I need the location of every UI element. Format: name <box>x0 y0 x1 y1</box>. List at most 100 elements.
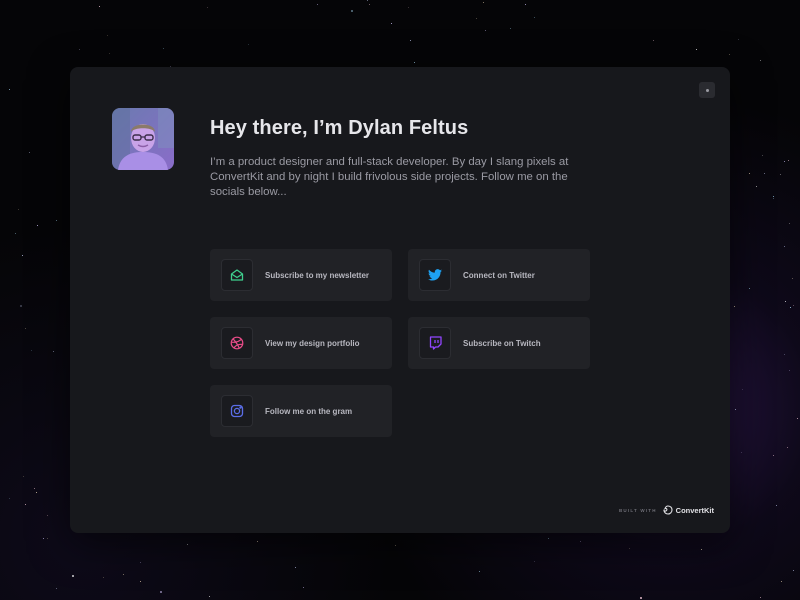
star <box>72 575 74 578</box>
star <box>534 16 536 18</box>
star <box>409 39 411 41</box>
star <box>483 1 485 3</box>
avatar <box>112 108 174 170</box>
star <box>735 409 737 411</box>
star <box>755 185 757 187</box>
star <box>55 587 57 589</box>
star <box>22 255 24 257</box>
star <box>109 53 111 55</box>
star <box>789 222 791 224</box>
star <box>734 306 736 308</box>
star <box>160 591 163 593</box>
newsletter-link-label: Subscribe to my newsletter <box>265 270 370 280</box>
star <box>792 304 794 306</box>
star <box>475 17 477 19</box>
theme-toggle-button[interactable] <box>699 82 715 98</box>
built-with-label: BUILT WITH <box>618 507 657 513</box>
star <box>107 35 109 37</box>
star <box>35 492 37 494</box>
portfolio-link-button[interactable]: View my design portfolio <box>210 317 392 369</box>
page-title: Hey there, I’m Dylan Feltus <box>210 117 469 139</box>
star <box>351 10 354 13</box>
star <box>652 39 654 41</box>
star <box>186 544 188 546</box>
star <box>25 327 26 329</box>
star <box>548 538 550 539</box>
star <box>206 7 208 9</box>
star <box>14 232 16 234</box>
star <box>759 59 761 61</box>
star <box>368 3 370 5</box>
star <box>37 224 39 226</box>
star <box>484 30 486 32</box>
star <box>762 154 764 156</box>
star <box>123 574 124 576</box>
star <box>103 577 105 578</box>
star <box>789 306 791 308</box>
star <box>8 498 10 499</box>
star <box>99 6 101 8</box>
star <box>772 198 774 200</box>
star <box>478 571 480 573</box>
star <box>696 48 697 50</box>
bio-text: I’m a product designer and full-stack de… <box>210 156 569 198</box>
star <box>20 305 23 307</box>
star <box>789 369 791 371</box>
star <box>792 570 794 572</box>
star <box>524 4 526 6</box>
star <box>748 173 750 175</box>
star <box>763 173 765 175</box>
convertkit-logo-icon <box>662 505 673 515</box>
instagram-link-button[interactable]: Follow me on the gram <box>210 385 392 437</box>
star <box>779 173 781 175</box>
star <box>25 503 27 505</box>
star <box>208 595 210 597</box>
star <box>784 353 786 355</box>
newsletter-link-button[interactable]: Subscribe to my newsletter <box>210 249 392 301</box>
twitch-link-button[interactable]: Subscribe on Twitch <box>408 317 590 369</box>
star <box>55 220 57 222</box>
star <box>257 540 259 542</box>
star <box>9 89 11 91</box>
star <box>413 62 415 64</box>
star <box>784 161 786 163</box>
star <box>394 545 396 546</box>
star <box>784 246 786 248</box>
star <box>18 208 20 210</box>
star <box>788 159 790 161</box>
dribbble-icon <box>221 327 253 359</box>
star <box>42 537 44 539</box>
star <box>302 587 304 589</box>
star <box>785 300 787 302</box>
star <box>163 47 165 49</box>
star <box>23 476 25 477</box>
star <box>295 566 297 568</box>
star <box>139 561 141 563</box>
star <box>46 538 48 539</box>
star <box>780 581 782 582</box>
star <box>248 43 250 45</box>
built-with-badge[interactable]: BUILT WITH ConvertKit <box>619 505 714 515</box>
star <box>580 540 582 542</box>
instagram-link-label: Follow me on the gram <box>265 406 353 416</box>
twitter-link-button[interactable]: Connect on Twitter <box>408 249 590 301</box>
star <box>47 515 49 517</box>
convertkit-brand: ConvertKit <box>662 505 714 515</box>
star <box>509 28 511 30</box>
star <box>773 454 774 456</box>
star <box>728 53 730 55</box>
star <box>775 505 777 507</box>
convertkit-brand-label: ConvertKit <box>675 505 714 515</box>
star <box>53 351 55 353</box>
star <box>741 452 743 454</box>
star <box>366 0 368 2</box>
star <box>34 487 35 489</box>
envelope-open-icon <box>221 259 253 291</box>
toggle-dot-icon <box>705 88 709 92</box>
twitter-link-label: Connect on Twitter <box>463 270 535 280</box>
star <box>139 581 141 582</box>
star <box>749 287 751 289</box>
profile-card: Hey there, I’m Dylan Feltus I’m a produc… <box>70 67 730 533</box>
star <box>629 548 631 550</box>
star <box>408 7 409 8</box>
